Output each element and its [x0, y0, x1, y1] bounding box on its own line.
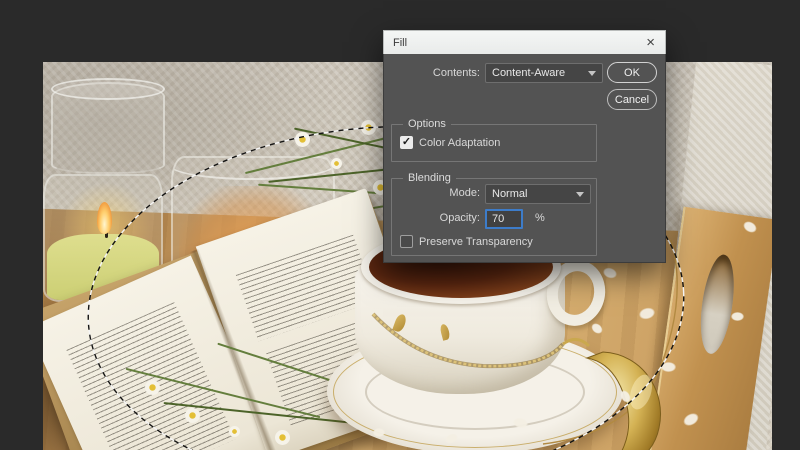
mode-dropdown[interactable]: Normal [485, 184, 591, 204]
close-icon[interactable]: × [636, 35, 665, 50]
chamomile-flower [361, 120, 376, 135]
options-group: Options ✓ Color Adaptation [391, 118, 597, 162]
fill-dialog: Fill × Contents: Content-Aware OK Cancel… [383, 30, 666, 263]
ok-button-label: OK [624, 66, 640, 79]
chamomile-flower [145, 380, 160, 395]
chamomile-flower [229, 426, 240, 437]
options-legend: Options [403, 118, 451, 130]
dialog-body: Contents: Content-Aware OK Cancel Option… [383, 54, 666, 263]
contents-label: Contents: [432, 67, 480, 79]
opacity-input[interactable] [485, 209, 523, 229]
chevron-down-icon [576, 191, 584, 197]
chamomile-flower [295, 132, 310, 147]
tray-handle-hole [695, 252, 740, 356]
mode-label: Mode: [449, 187, 480, 199]
chevron-down-icon [588, 70, 596, 76]
dialog-titlebar[interactable]: Fill × [383, 30, 666, 54]
photoshop-workspace: Fill × Contents: Content-Aware OK Cancel… [0, 0, 800, 450]
blending-group: Blending Mode: Normal Opacity: % Preserv… [391, 172, 597, 256]
chamomile-flower [331, 158, 342, 169]
cancel-button[interactable]: Cancel [607, 89, 657, 110]
petal [731, 312, 744, 321]
opacity-unit: % [535, 212, 545, 224]
petal [661, 362, 676, 372]
color-adaptation-label: Color Adaptation [419, 137, 501, 149]
blending-legend: Blending [403, 172, 456, 184]
chamomile-flower [275, 430, 290, 445]
mode-value: Normal [492, 188, 528, 200]
preserve-transparency-label: Preserve Transparency [419, 236, 533, 248]
color-adaptation-checkbox[interactable]: ✓ [400, 136, 413, 149]
cancel-button-label: Cancel [614, 93, 650, 106]
ok-button[interactable]: OK [607, 62, 657, 83]
dialog-title: Fill [393, 36, 408, 49]
contents-dropdown[interactable]: Content-Aware [485, 63, 603, 83]
chamomile-flower [185, 408, 200, 423]
preserve-transparency-checkbox[interactable] [400, 235, 413, 248]
contents-value: Content-Aware [492, 67, 566, 79]
petal [373, 428, 385, 437]
empty-glass [51, 78, 165, 174]
opacity-label: Opacity: [439, 212, 480, 224]
